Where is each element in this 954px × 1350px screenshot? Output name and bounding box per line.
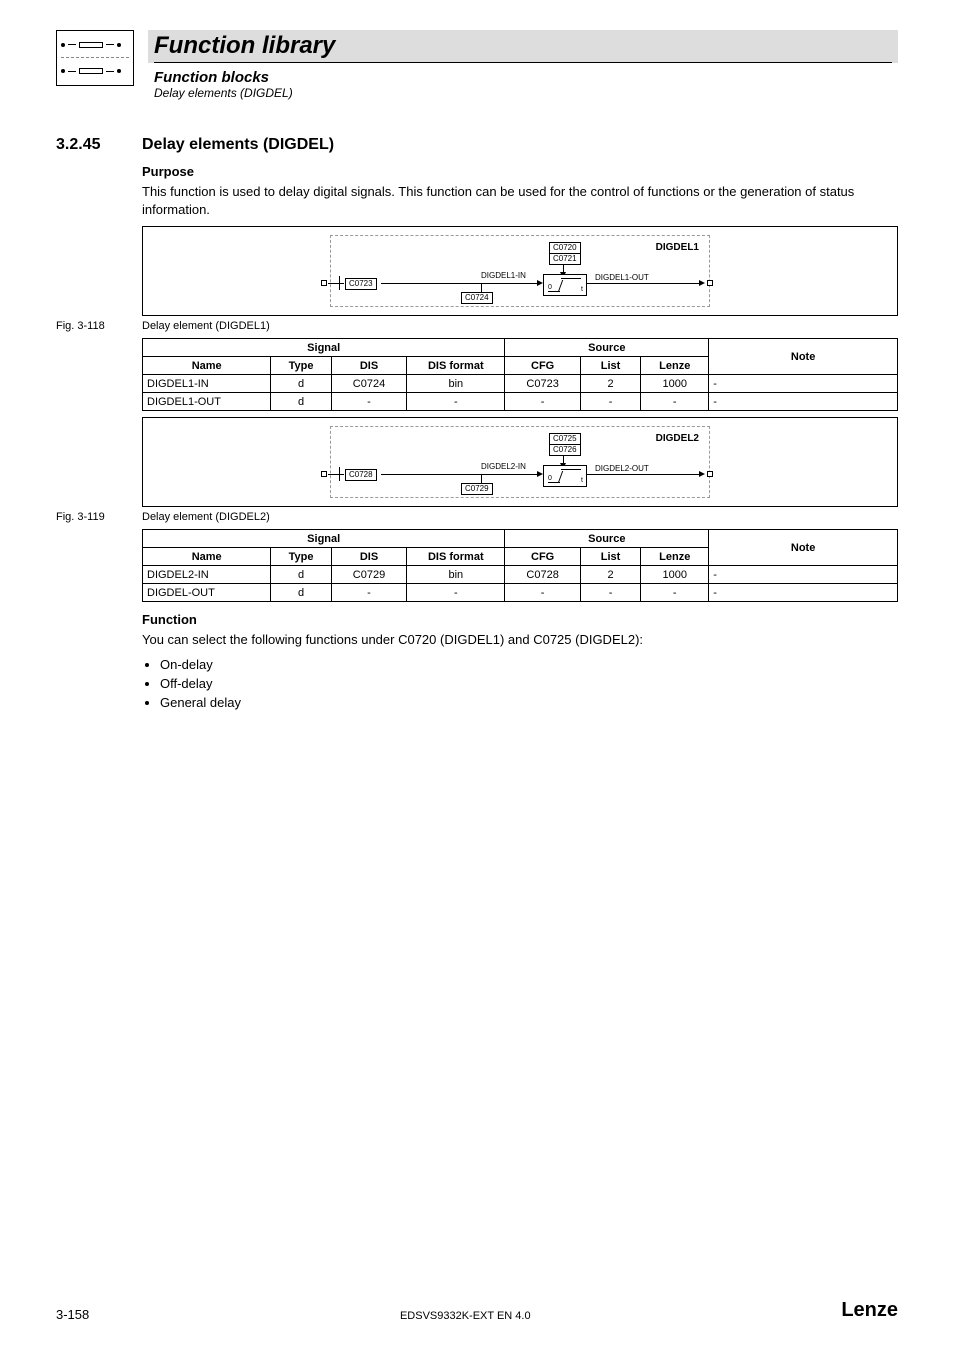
t1-note-hdr: Note — [709, 339, 898, 375]
t1-source-hdr: Source — [505, 339, 709, 357]
t1-col-type: Type — [271, 357, 331, 375]
t1-col-dis: DIS — [331, 357, 407, 375]
brand-logo: Lenze — [841, 1299, 898, 1322]
t2-signal-hdr: Signal — [143, 530, 505, 548]
page-title: Function library — [154, 32, 892, 63]
list-item: General delay — [160, 695, 898, 710]
page: Function library Function blocks Delay e… — [0, 0, 954, 710]
section-number: 3.2.45 — [56, 136, 142, 154]
fig-3-118: Fig. 3-118 Delay element (DIGDEL1) — [56, 320, 898, 332]
fig-3-118-num: Fig. 3-118 — [56, 320, 142, 332]
table-row: DIGDEL1-OUT d - - - - - - — [143, 393, 898, 411]
function-text: You can select the following functions u… — [142, 631, 898, 649]
t1-col-lenze: Lenze — [641, 357, 709, 375]
page-subtitle-1: Function blocks — [148, 67, 898, 86]
block-icon — [56, 30, 134, 86]
digdel1-out-label: DIGDEL1-OUT — [595, 273, 649, 282]
purpose-text: This function is used to delay digital s… — [142, 183, 898, 218]
signal-table-1: Signal Source Note Name Type DIS DIS for… — [142, 338, 898, 411]
c0726-box: C0726 — [549, 444, 581, 456]
page-number: 3-158 — [56, 1307, 89, 1322]
list-item: On-delay — [160, 657, 898, 672]
t2-note-hdr: Note — [709, 530, 898, 566]
digdel2-label: DIGDEL2 — [656, 433, 699, 444]
digdel2-out-label: DIGDEL2-OUT — [595, 464, 649, 473]
table-row: DIGDEL-OUT d - - - - - - — [143, 584, 898, 602]
page-subtitle-2: Delay elements (DIGDEL) — [148, 86, 898, 100]
t1-col-cfg: CFG — [505, 357, 581, 375]
c0721-box: C0721 — [549, 253, 581, 265]
c0728-box: C0728 — [345, 469, 377, 481]
c0723-box: C0723 — [345, 278, 377, 290]
t1-signal-hdr: Signal — [143, 339, 505, 357]
fig-3-119-caption: Delay element (DIGDEL2) — [142, 511, 270, 523]
fig-3-119: Fig. 3-119 Delay element (DIGDEL2) — [56, 511, 898, 523]
t2-col-name: Name — [143, 548, 271, 566]
t2-col-list: List — [580, 548, 640, 566]
page-footer: 3-158 EDSVS9332K-EXT EN 4.0 Lenze — [56, 1299, 898, 1322]
digdel1-in-label: DIGDEL1-IN — [481, 271, 526, 280]
table-row: DIGDEL1-IN d C0724 bin C0723 2 1000 - — [143, 375, 898, 393]
page-header: Function library Function blocks Delay e… — [56, 30, 898, 100]
digdel1-label: DIGDEL1 — [656, 242, 699, 253]
table-row: DIGDEL2-IN d C0729 bin C0728 2 1000 - — [143, 566, 898, 584]
c0729-box: C0729 — [461, 483, 493, 495]
diagram-digdel1: C0720 C0721 DIGDEL1 C0723 DIGDEL1-IN C07… — [142, 226, 898, 316]
diagram-digdel2: C0725 C0726 DIGDEL2 C0728 DIGDEL2-IN C07… — [142, 417, 898, 507]
fig-3-119-num: Fig. 3-119 — [56, 511, 142, 523]
t2-col-dis: DIS — [331, 548, 407, 566]
function-heading: Function — [142, 612, 898, 627]
section-heading: 3.2.45 Delay elements (DIGDEL) — [56, 136, 898, 154]
doc-id: EDSVS9332K-EXT EN 4.0 — [400, 1310, 531, 1322]
signal-table-2: Signal Source Note Name Type DIS DIS for… — [142, 529, 898, 602]
t1-col-name: Name — [143, 357, 271, 375]
purpose-heading: Purpose — [142, 164, 898, 179]
c0724-box: C0724 — [461, 292, 493, 304]
function-list: On-delay Off-delay General delay — [142, 657, 898, 710]
digdel2-in-label: DIGDEL2-IN — [481, 462, 526, 471]
list-item: Off-delay — [160, 676, 898, 691]
t2-col-type: Type — [271, 548, 331, 566]
t1-col-disf: DIS format — [407, 357, 505, 375]
fig-3-118-caption: Delay element (DIGDEL1) — [142, 320, 270, 332]
t2-col-cfg: CFG — [505, 548, 581, 566]
t2-source-hdr: Source — [505, 530, 709, 548]
t2-col-disf: DIS format — [407, 548, 505, 566]
section-title: Delay elements (DIGDEL) — [142, 136, 334, 154]
t2-col-lenze: Lenze — [641, 548, 709, 566]
t1-col-list: List — [580, 357, 640, 375]
